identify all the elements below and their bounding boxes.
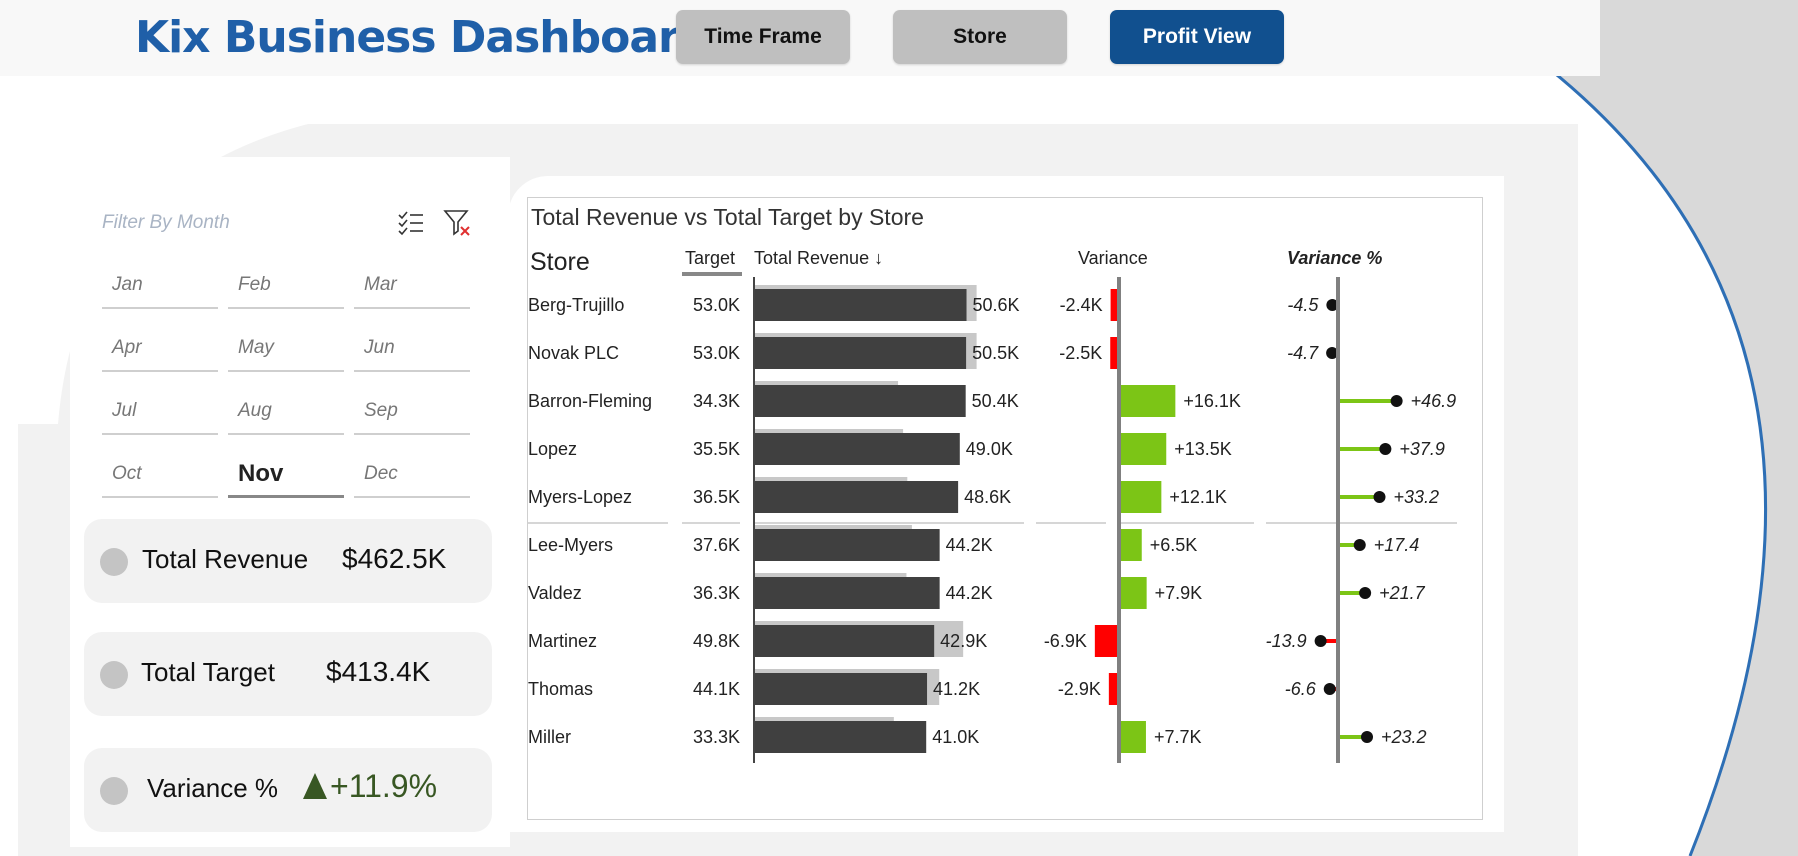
revenue-bar: [754, 529, 940, 561]
target-value-label: 33.3K: [693, 727, 740, 747]
store-label: Novak PLC: [528, 343, 619, 363]
variance-bar: [1119, 529, 1142, 561]
revenue-value-label: 44.2K: [946, 583, 993, 603]
revenue-bar: [754, 337, 967, 369]
target-value-label: 44.1K: [693, 679, 740, 699]
variance-pct-label: -4.7: [1287, 343, 1319, 363]
revenue-bar: [754, 385, 966, 417]
target-value-label: 49.8K: [693, 631, 740, 651]
revenue-bar: [754, 289, 967, 321]
variance-bar: [1119, 385, 1176, 417]
revenue-bar: [754, 577, 940, 609]
target-value-label: 35.5K: [693, 439, 740, 459]
revenue-bar: [754, 481, 959, 513]
variance-pct-dot: [1373, 491, 1386, 503]
revenue-variance-chart: Berg-Trujillo 53.0K 50.6K -2.4K -4.5 Novak PL…: [528, 277, 1457, 763]
variance-value-label: +13.5K: [1174, 439, 1232, 459]
store-label: Martinez: [528, 631, 597, 651]
store-label: Berg-Trujillo: [528, 295, 624, 315]
variance-value-label: +16.1K: [1183, 391, 1241, 411]
target-value-label: 36.3K: [693, 583, 740, 603]
variance-value-label: +12.1K: [1169, 487, 1227, 507]
revenue-bar: [754, 433, 960, 465]
store-label: Valdez: [528, 583, 582, 603]
target-value-label: 53.0K: [693, 343, 740, 363]
variance-value-label: -6.9K: [1044, 631, 1087, 651]
variance-value-label: -2.5K: [1059, 343, 1102, 363]
revenue-value-label: 50.6K: [973, 295, 1020, 315]
variance-value-label: +6.5K: [1150, 535, 1198, 555]
variance-bar: [1119, 481, 1162, 513]
variance-pct-dot: [1359, 587, 1372, 599]
store-label: Barron-Fleming: [528, 391, 652, 411]
target-value-label: 53.0K: [693, 295, 740, 315]
revenue-value-label: 41.2K: [933, 679, 980, 699]
variance-pct-label: +37.9: [1399, 439, 1445, 459]
target-value-label: 37.6K: [693, 535, 740, 555]
variance-bar: [1094, 625, 1119, 657]
revenue-value-label: 49.0K: [966, 439, 1013, 459]
variance-pct-label: +21.7: [1379, 583, 1426, 603]
revenue-value-label: 42.9K: [940, 631, 987, 651]
variance-bar: [1119, 433, 1167, 465]
variance-pct-dot: [1323, 683, 1336, 695]
variance-pct-label: -6.6: [1285, 679, 1317, 699]
revenue-value-label: 50.5K: [972, 343, 1019, 363]
store-label: Thomas: [528, 679, 593, 699]
revenue-bar: [754, 625, 935, 657]
revenue-value-label: 48.6K: [964, 487, 1011, 507]
variance-value-label: +7.7K: [1154, 727, 1202, 747]
revenue-value-label: 50.4K: [972, 391, 1019, 411]
variance-pct-dot: [1390, 395, 1403, 407]
store-label: Miller: [528, 727, 571, 747]
variance-value-label: -2.4K: [1060, 295, 1103, 315]
variance-pct-label: -13.9: [1266, 631, 1307, 651]
revenue-bar: [754, 721, 927, 753]
store-label: Myers-Lopez: [528, 487, 632, 507]
variance-value-label: -2.9K: [1058, 679, 1101, 699]
revenue-value-label: 44.2K: [946, 535, 993, 555]
variance-bar: [1119, 721, 1146, 753]
variance-pct-label: +23.2: [1381, 727, 1427, 747]
variance-pct-label: +46.9: [1411, 391, 1457, 411]
revenue-bar: [754, 673, 928, 705]
variance-pct-dot: [1314, 635, 1327, 647]
variance-bar: [1119, 577, 1147, 609]
target-value-label: 34.3K: [693, 391, 740, 411]
revenue-value-label: 41.0K: [932, 727, 979, 747]
target-value-label: 36.5K: [693, 487, 740, 507]
store-label: Lee-Myers: [528, 535, 613, 555]
variance-value-label: +7.9K: [1155, 583, 1203, 603]
variance-pct-label: +17.4: [1374, 535, 1420, 555]
variance-pct-dot: [1361, 731, 1373, 743]
variance-pct-label: -4.5: [1287, 295, 1319, 315]
variance-pct-label: +33.2: [1394, 487, 1440, 507]
store-label: Lopez: [528, 439, 577, 459]
variance-pct-dot: [1379, 443, 1392, 455]
variance-pct-dot: [1353, 539, 1366, 551]
